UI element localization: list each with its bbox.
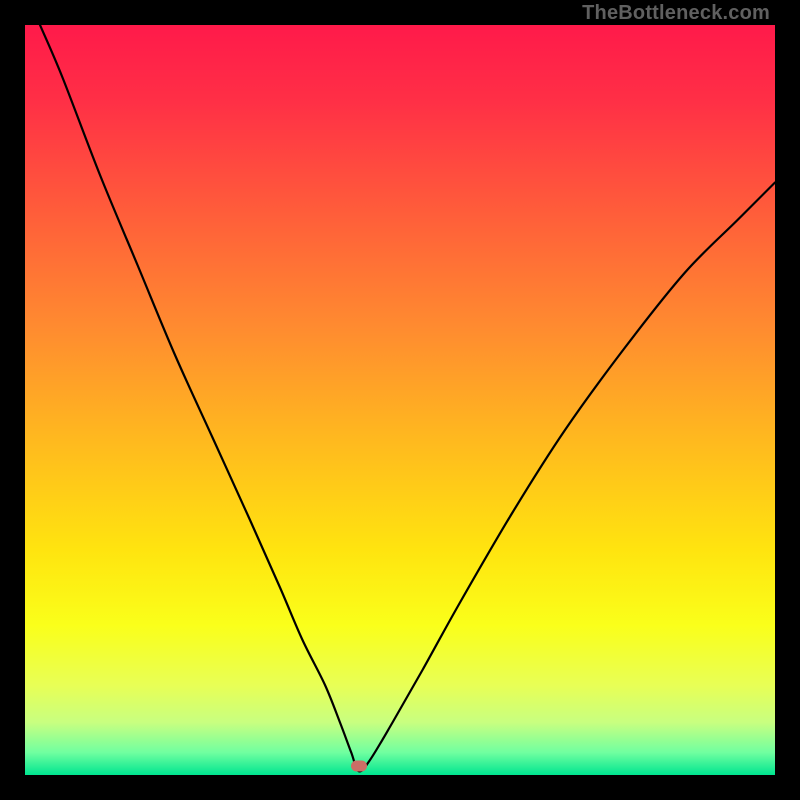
bottleneck-curve <box>25 25 775 775</box>
plot-area <box>25 25 775 775</box>
watermark-text: TheBottleneck.com <box>582 2 770 25</box>
minimum-marker <box>351 761 367 772</box>
outer-frame: TheBottleneck.com <box>0 0 800 800</box>
